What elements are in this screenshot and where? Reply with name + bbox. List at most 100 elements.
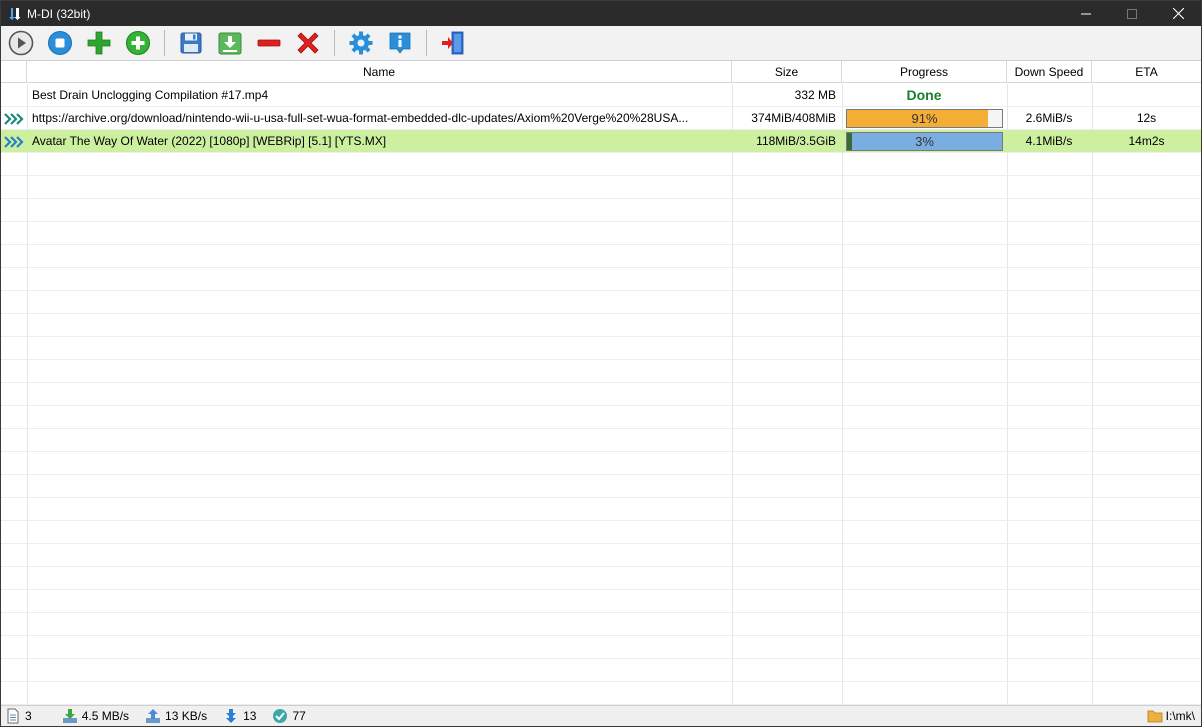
folder-icon (1147, 710, 1163, 723)
grid-line (1, 405, 1201, 406)
column-header-progress[interactable]: Progress (842, 61, 1007, 83)
status-down-speed-value: 4.5 MB/s (81, 709, 130, 723)
row-progress-done: Done (906, 87, 942, 103)
grid-line (1, 313, 1201, 314)
toolbar-separator (164, 30, 165, 56)
table-body: Best Drain Unclogging Compilation #17.mp… (1, 84, 1201, 705)
grid-line (1, 589, 1201, 590)
upload-speed-icon (146, 709, 161, 723)
row-status-cell (1, 84, 27, 107)
row-name: https://archive.org/download/nintendo-wi… (32, 111, 689, 125)
info-icon (389, 32, 411, 54)
row-eta (1092, 84, 1201, 107)
downloads-table: Name Size Progress Down Speed ETA Best D… (1, 61, 1201, 705)
save-icon (180, 32, 202, 54)
download-speed-icon (62, 709, 77, 723)
grid-line (1, 290, 1201, 291)
status-active: 13 (223, 708, 256, 724)
delete-button[interactable] (294, 29, 322, 57)
row-name: Best Drain Unclogging Compilation #17.mp… (32, 88, 269, 102)
grid-line (1, 520, 1201, 521)
status-up-speed-value: 13 KB/s (165, 709, 208, 723)
progress-text: 3% (915, 134, 934, 149)
row-speed: 4.1MiB/s (1025, 134, 1073, 148)
table-row[interactable]: https://archive.org/download/nintendo-wi… (1, 107, 1201, 130)
grid-line (1, 382, 1201, 383)
table-row[interactable]: Best Drain Unclogging Compilation #17.mp… (1, 84, 1201, 107)
grid-line (1, 267, 1201, 268)
grid-line (1, 336, 1201, 337)
grid-line (1, 359, 1201, 360)
row-speed: 2.6MiB/s (1025, 111, 1073, 125)
table-row-selected[interactable]: Avatar The Way Of Water (2022) [1080p] [… (1, 130, 1201, 153)
exit-button[interactable] (439, 29, 467, 57)
remove-button[interactable] (255, 29, 283, 57)
column-header-status[interactable] (1, 61, 27, 83)
column-header-name[interactable]: Name (27, 61, 732, 83)
minimize-button[interactable] (1063, 1, 1109, 26)
save-button[interactable] (177, 29, 205, 57)
grid-line (1, 451, 1201, 452)
status-bar: 3 4.5 MB/s 13 KB/s 13 77 I:\mk\ (1, 705, 1201, 726)
add-button[interactable] (85, 29, 113, 57)
grid-line (1, 497, 1201, 498)
grid-line (1, 681, 1201, 682)
grid-line (1, 566, 1201, 567)
row-progress-cell: 3% (842, 130, 1006, 153)
grid-line (1, 612, 1201, 613)
status-connections: 77 (272, 708, 306, 724)
title-bar: M-DI (32bit) (1, 1, 1201, 26)
status-count: 3 (5, 708, 32, 724)
row-size: 374MiB/408MiB (751, 111, 836, 125)
settings-icon (349, 31, 373, 55)
grid-line (1, 198, 1201, 199)
downloading-arrows-icon (4, 135, 24, 148)
grid-line (1, 152, 1201, 153)
row-name: Avatar The Way Of Water (2022) [1080p] [… (32, 134, 387, 148)
row-size: 118MiB/3.5GiB (756, 134, 836, 148)
add-circle-button[interactable] (124, 29, 152, 57)
stop-icon (48, 31, 72, 55)
status-path-value: I:\mk\ (1165, 709, 1195, 723)
add-icon (87, 31, 111, 55)
window-title: M-DI (32bit) (27, 6, 91, 21)
document-icon (7, 708, 19, 724)
status-up-speed: 13 KB/s (145, 708, 207, 724)
progress-text: 91% (911, 111, 938, 126)
maximize-button[interactable] (1109, 1, 1155, 26)
grid-line (1, 106, 1201, 107)
toolbar-separator (334, 30, 335, 56)
grid-line (1, 658, 1201, 659)
column-header-speed[interactable]: Down Speed (1007, 61, 1092, 83)
download-icon (218, 32, 242, 55)
remove-icon (257, 39, 281, 47)
column-header-size[interactable]: Size (732, 61, 842, 83)
exit-icon (442, 31, 464, 55)
start-button[interactable] (7, 29, 35, 57)
toolbar-separator (426, 30, 427, 56)
column-header-eta[interactable]: ETA (1092, 61, 1201, 83)
grid-line (1, 129, 1201, 130)
info-button[interactable] (386, 29, 414, 57)
status-active-value: 13 (243, 709, 257, 723)
active-downloads-icon (226, 709, 237, 723)
add-circle-icon (126, 31, 150, 55)
settings-button[interactable] (347, 29, 375, 57)
close-button[interactable] (1155, 1, 1201, 26)
download-button[interactable] (216, 29, 244, 57)
toolbar (1, 26, 1201, 61)
row-status-cell (1, 130, 27, 153)
stop-button[interactable] (46, 29, 74, 57)
row-size: 332 MB (794, 88, 836, 102)
row-eta: 12s (1136, 111, 1157, 125)
downloading-arrows-icon (4, 112, 24, 125)
status-path[interactable]: I:\mk\ (1147, 708, 1195, 724)
progress-bar: 91% (846, 109, 1003, 128)
grid-line (1, 635, 1201, 636)
row-speed (1007, 84, 1091, 107)
grid-line (1, 428, 1201, 429)
progress-bar: 3% (846, 132, 1003, 151)
app-logo-icon (7, 6, 23, 22)
grid-line (1, 221, 1201, 222)
delete-icon (297, 32, 319, 54)
